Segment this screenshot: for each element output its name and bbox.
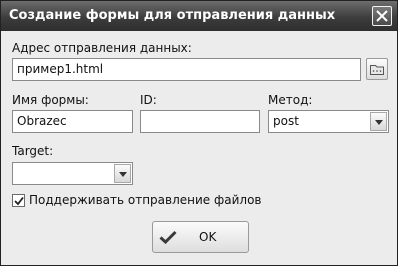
close-button[interactable]: [372, 6, 392, 26]
id-label: ID:: [140, 93, 157, 107]
dialog-content: Адрес отправления данных: пример1.html И…: [1, 31, 397, 265]
method-select[interactable]: post: [268, 110, 389, 133]
form-name-input[interactable]: Obrazec: [12, 110, 133, 133]
action-input[interactable]: пример1.html: [12, 58, 361, 81]
target-label: Target:: [12, 144, 54, 158]
target-dropdown-button[interactable]: [114, 164, 131, 183]
ok-button[interactable]: OK: [152, 221, 249, 253]
action-label: Адрес отправления данных:: [12, 41, 192, 55]
chevron-down-icon: [119, 172, 127, 177]
chevron-down-icon: [375, 120, 383, 125]
method-dropdown-button[interactable]: [370, 112, 387, 131]
form-name-label: Имя формы:: [12, 93, 89, 107]
ok-button-label: OK: [199, 230, 217, 244]
method-label: Метод:: [268, 93, 313, 107]
checkmark-icon: [159, 230, 177, 244]
id-input[interactable]: [140, 110, 260, 133]
target-select[interactable]: [12, 162, 133, 185]
browse-button[interactable]: [366, 58, 388, 80]
close-icon: [376, 10, 388, 22]
title-bar[interactable]: Создание формы для отправления данных: [1, 1, 397, 31]
dialog-window: Создание формы для отправления данных Ад…: [0, 0, 398, 266]
upload-checkbox[interactable]: [12, 194, 25, 207]
checkmark-icon: [14, 196, 24, 206]
method-select-value: post: [273, 114, 299, 128]
folder-icon: [370, 65, 384, 75]
dialog-title: Создание формы для отправления данных: [9, 8, 336, 23]
upload-label[interactable]: Поддерживать отправление файлов: [29, 193, 261, 207]
